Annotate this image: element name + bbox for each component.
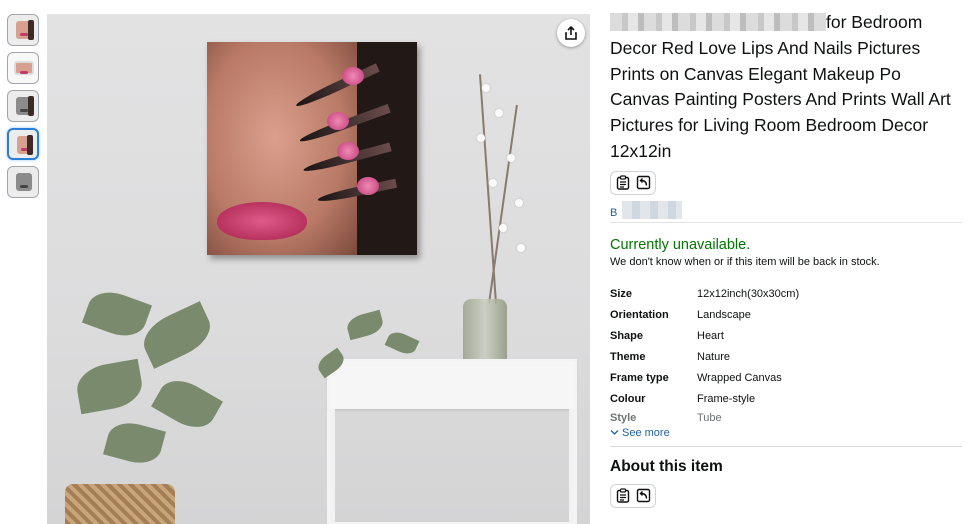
about-heading: About this item bbox=[610, 457, 723, 475]
artwork-rose bbox=[337, 142, 359, 160]
plant-leaf bbox=[344, 309, 386, 341]
spec-key: Shape bbox=[610, 330, 644, 343]
spec-key: Style bbox=[610, 411, 637, 424]
spec-key: Frame type bbox=[610, 372, 669, 385]
main-product-image[interactable] bbox=[47, 14, 590, 524]
plant-leaf bbox=[384, 328, 420, 358]
blossom bbox=[495, 109, 503, 117]
spec-row: Shape Heart bbox=[610, 326, 962, 347]
spec-value: Nature bbox=[697, 351, 731, 364]
canvas-artwork bbox=[207, 42, 417, 255]
thumbnail-1[interactable] bbox=[7, 14, 39, 46]
see-more-label: See more bbox=[622, 426, 670, 439]
product-details-panel: for Bedroom Decor Red Love Lips And Nail… bbox=[610, 10, 962, 508]
chevron-down-icon bbox=[610, 430, 619, 436]
blossom bbox=[499, 224, 507, 232]
branch-stem bbox=[488, 104, 518, 304]
spec-row: Size 12x12inch(30x30cm) bbox=[610, 284, 962, 305]
clipboard-icon[interactable] bbox=[614, 174, 632, 192]
side-table-frame bbox=[327, 359, 577, 524]
availability-status: Currently unavailable. bbox=[610, 236, 751, 253]
thumbnail-strip bbox=[7, 14, 39, 204]
spec-key: Orientation bbox=[610, 309, 669, 322]
thumb-image-detail bbox=[20, 33, 28, 36]
share-icon bbox=[565, 25, 577, 40]
brand-row: B bbox=[610, 200, 962, 223]
thumb-image-detail bbox=[20, 109, 28, 112]
spec-value: 12x12inch(30x30cm) bbox=[697, 288, 800, 301]
plant-leaf bbox=[73, 358, 146, 415]
spec-row: Orientation Landscape bbox=[610, 305, 962, 326]
plant-leaf bbox=[151, 371, 223, 437]
blossom bbox=[517, 244, 525, 252]
spec-row: Style Tube bbox=[610, 410, 962, 426]
table-leg bbox=[569, 409, 575, 524]
artwork-lips bbox=[217, 202, 307, 240]
spec-key: Colour bbox=[610, 393, 646, 406]
spec-value: Tube bbox=[697, 411, 722, 424]
spec-table: Size 12x12inch(30x30cm) Orientation Land… bbox=[610, 284, 962, 426]
table-leg bbox=[329, 409, 335, 524]
undo-icon[interactable] bbox=[634, 487, 652, 505]
thumbnail-3[interactable] bbox=[7, 90, 39, 122]
thumb-image-detail bbox=[20, 71, 28, 74]
title-tools bbox=[610, 170, 656, 195]
see-more-link[interactable]: See more bbox=[610, 427, 962, 439]
spec-key: Theme bbox=[610, 351, 646, 364]
plant-leaf bbox=[81, 284, 153, 344]
blossom bbox=[489, 179, 497, 187]
clipboard-icon[interactable] bbox=[614, 487, 632, 505]
spec-value: Heart bbox=[697, 330, 724, 343]
redacted-brand-name bbox=[622, 200, 682, 219]
artwork-rose bbox=[327, 112, 349, 130]
blossom bbox=[507, 154, 515, 162]
spec-value: Wrapped Canvas bbox=[697, 372, 782, 385]
thumb-image bbox=[16, 173, 32, 191]
spec-row: Frame type Wrapped Canvas bbox=[610, 368, 962, 389]
undo-icon[interactable] bbox=[634, 174, 652, 192]
section-divider bbox=[610, 445, 962, 447]
thumbnail-5[interactable] bbox=[7, 166, 39, 198]
share-button[interactable] bbox=[557, 19, 585, 47]
spec-key: Size bbox=[610, 288, 633, 301]
spec-row: Theme Nature bbox=[610, 347, 962, 368]
about-tools bbox=[610, 483, 656, 508]
product-title-text: for Bedroom Decor Red Love Lips And Nail… bbox=[610, 12, 951, 161]
blossom bbox=[515, 199, 523, 207]
thumb-image-detail bbox=[27, 135, 33, 155]
thumb-image-detail bbox=[28, 20, 34, 40]
thumb-image-detail bbox=[20, 185, 28, 188]
artwork-rose bbox=[342, 67, 364, 85]
stock-note: We don't know when or if this item will … bbox=[610, 255, 880, 268]
spec-value: Frame-style bbox=[697, 393, 756, 406]
brand-link[interactable]: B bbox=[610, 207, 617, 219]
spec-row: Colour Frame-style bbox=[610, 389, 962, 410]
thumb-image-detail bbox=[28, 96, 34, 116]
blossom bbox=[477, 134, 485, 142]
wicker-basket bbox=[65, 484, 175, 524]
product-title: for Bedroom Decor Red Love Lips And Nail… bbox=[610, 10, 962, 165]
redacted-title-prefix bbox=[610, 13, 826, 31]
plant-leaf bbox=[103, 417, 166, 469]
thumbnail-2[interactable] bbox=[7, 52, 39, 84]
artwork-rose bbox=[357, 177, 379, 195]
spec-value: Landscape bbox=[697, 309, 751, 322]
blossom bbox=[482, 84, 490, 92]
thumbnail-4[interactable] bbox=[7, 128, 39, 160]
